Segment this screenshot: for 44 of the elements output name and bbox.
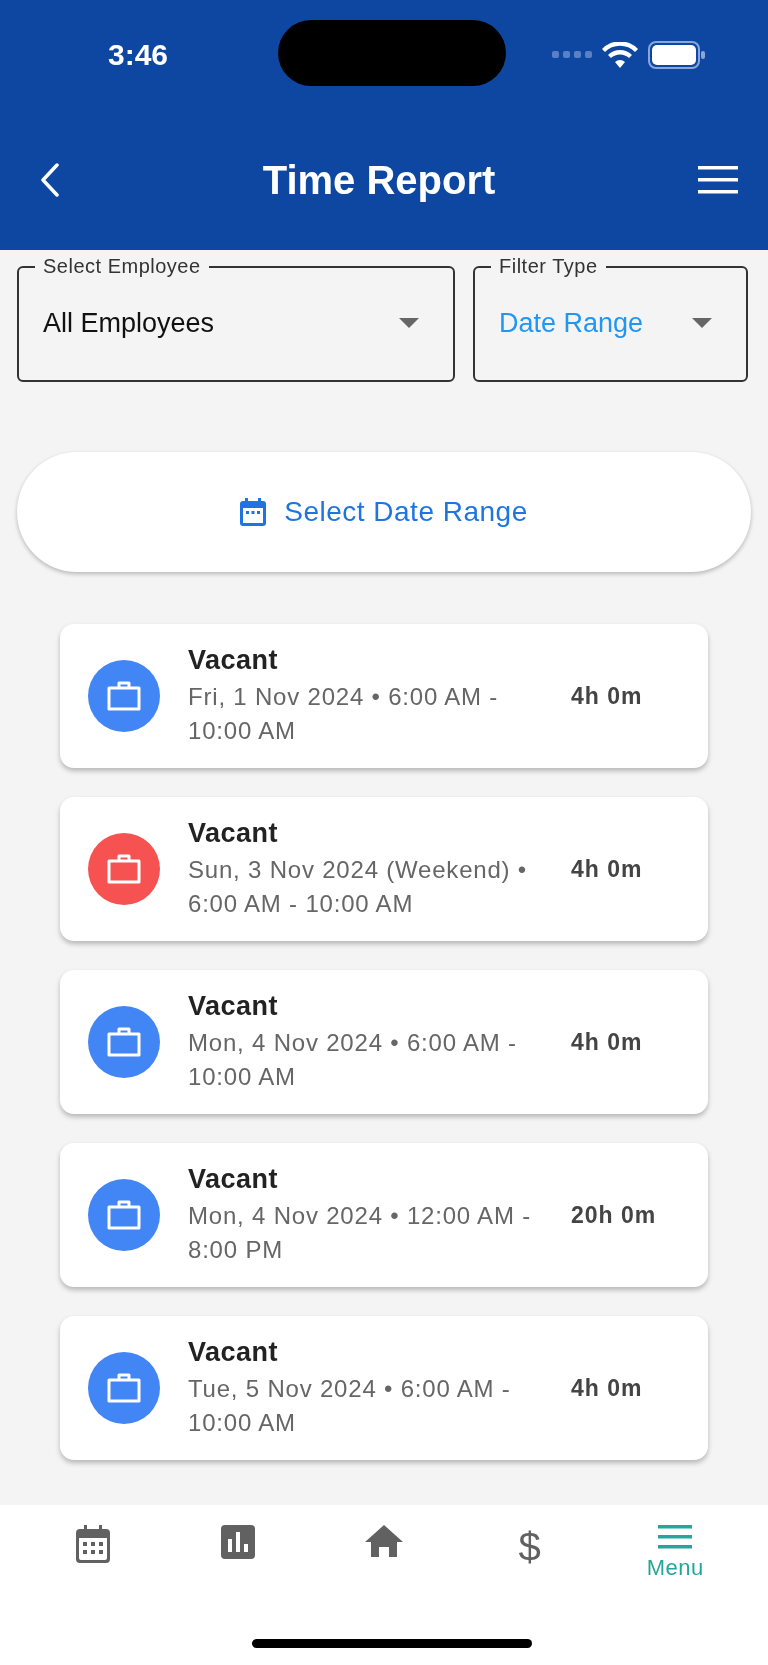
entry-duration: 4h 0m <box>571 855 643 883</box>
nav-label: Menu <box>646 1555 704 1581</box>
entry-title: Vacant <box>188 817 280 849</box>
calendar-icon <box>240 498 267 526</box>
select-date-range-button[interactable]: Select Date Range <box>17 452 751 572</box>
page-title: Time Report <box>262 157 496 203</box>
field-value: All Employees <box>43 307 215 339</box>
entry-details: Mon, 4 Nov 2024 • 6:00 AM - 10:00 AM <box>188 1027 518 1092</box>
time-entry-card[interactable]: Vacant Mon, 4 Nov 2024 • 12:00 AM - 8:00 PM 20h 0m <box>60 1143 708 1287</box>
dropdown-caret-icon <box>692 318 712 328</box>
field-value: Date Range <box>499 307 644 339</box>
signal-icon <box>552 51 592 59</box>
dropdown-caret-icon <box>399 318 419 328</box>
entry-duration: 4h 0m <box>571 1028 643 1056</box>
field-label: Filter Type <box>498 255 599 278</box>
time-entry-card[interactable]: Vacant Fri, 1 Nov 2024 • 6:00 AM - 10:00 AM 4h 0m <box>60 624 708 768</box>
menu-icon <box>658 1525 693 1549</box>
bar-chart-icon <box>221 1525 256 1559</box>
calendar-icon <box>75 1525 110 1563</box>
entry-title: Vacant <box>188 1163 280 1195</box>
time-entry-card[interactable]: Vacant Tue, 5 Nov 2024 • 6:00 AM - 10:00 AM 4h 0m <box>60 1316 708 1460</box>
wifi-icon <box>602 42 638 68</box>
dropdown-field[interactable]: Filter Type Date Range <box>473 255 748 382</box>
menu-icon <box>698 166 738 194</box>
entry-details: Sun, 3 Nov 2024 (Weekend) • 6:00 AM - 10:00 AM <box>188 854 529 919</box>
battery-icon <box>648 41 706 69</box>
dropdown-field[interactable]: Select Employee All Employees <box>17 255 455 382</box>
entry-details: Mon, 4 Nov 2024 • 12:00 AM - 8:00 PM <box>188 1200 532 1265</box>
time-entry-card[interactable]: Vacant Sun, 3 Nov 2024 (Weekend) • 6:00 AM - 10:00 AM 4h 0m <box>60 797 708 941</box>
entry-details: Fri, 1 Nov 2024 • 6:00 AM - 10:00 AM <box>188 681 500 746</box>
status-time: 3:46 <box>108 38 169 72</box>
back-icon <box>40 163 60 197</box>
field-label: Select Employee <box>42 255 202 278</box>
entry-duration: 4h 0m <box>571 1374 643 1402</box>
entry-title: Vacant <box>188 644 280 676</box>
entry-duration: 4h 0m <box>571 682 643 710</box>
entry-details: Tue, 5 Nov 2024 • 6:00 AM - 10:00 AM <box>188 1373 512 1438</box>
entry-title: Vacant <box>188 990 280 1022</box>
dollar-icon: $ <box>518 1525 541 1569</box>
time-entry-card[interactable]: Vacant Mon, 4 Nov 2024 • 6:00 AM - 10:00 AM 4h 0m <box>60 970 708 1114</box>
nav-tab[interactable]: $ <box>474 1525 585 1581</box>
entry-duration: 20h 0m <box>571 1201 657 1229</box>
home-icon <box>365 1525 403 1557</box>
entry-title: Vacant <box>188 1336 280 1368</box>
